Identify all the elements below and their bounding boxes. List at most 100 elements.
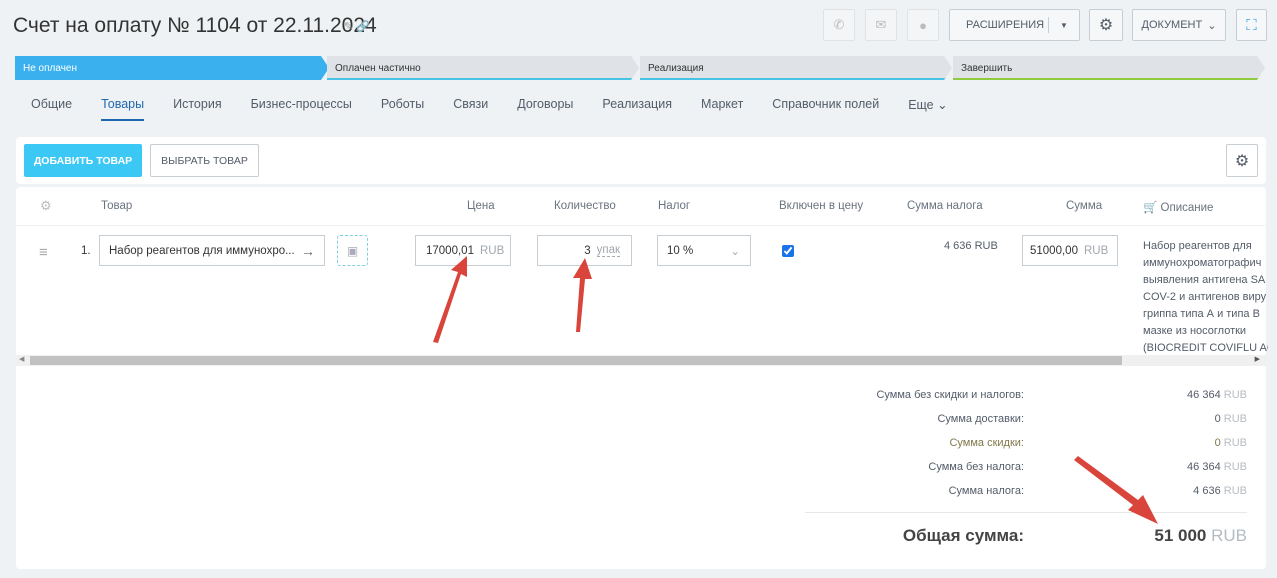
fullscreen-button[interactable]: ⛶ (1236, 9, 1267, 41)
tax-select[interactable]: 10 % ⌄ (657, 235, 751, 266)
currency: RUB (1223, 461, 1247, 473)
tabs: Общие Товары История Бизнес-процессы Роб… (31, 97, 977, 121)
scrollbar-thumb[interactable] (30, 356, 1122, 365)
chevron-down-icon: ⌄ (730, 245, 740, 258)
table-settings-button[interactable]: ⚙ (1226, 144, 1258, 177)
header-quantity: Количество (554, 200, 616, 212)
tab-robots[interactable]: Роботы (381, 97, 424, 121)
summary-value: 46 364 RUB (1187, 389, 1247, 401)
quantity-unit[interactable]: упак (596, 244, 620, 257)
tax-sum: 4 636 RUB (944, 240, 998, 252)
amount: 0 (1214, 413, 1221, 425)
tab-more[interactable]: Еще ⌄ (908, 97, 947, 121)
amount: 4 636 (1193, 485, 1221, 497)
quantity-input[interactable]: 3 упак (537, 235, 632, 266)
extensions-label: РАСШИРЕНИЯ (966, 19, 1045, 31)
tax-value: 10 % (667, 244, 694, 257)
column-settings-icon[interactable]: ⚙ (40, 198, 52, 214)
tab-realization[interactable]: Реализация (602, 97, 672, 121)
stage-label: Оплачен частично (335, 62, 421, 74)
stage-not-paid[interactable]: Не оплачен (15, 56, 329, 80)
description-line: COV-2 и антигенов виру (1143, 291, 1267, 303)
page-title: Счет на оплату № 1104 от 22.11.2024 (13, 14, 377, 37)
chevron-down-icon: ⌄ (1207, 19, 1217, 32)
stage-partially-paid[interactable]: Оплачен частично (327, 56, 639, 80)
header-tax: Налог (658, 200, 691, 212)
tab-fields[interactable]: Справочник полей (772, 97, 879, 121)
document-label: ДОКУМЕНТ (1141, 19, 1203, 31)
image-placeholder-icon[interactable]: ▣ (337, 235, 368, 266)
tab-more-label: Еще (908, 98, 934, 112)
tab-products[interactable]: Товары (101, 97, 145, 121)
caret-down-icon[interactable]: ▼ (1060, 21, 1068, 30)
tab-general[interactable]: Общие (31, 97, 72, 121)
scroll-left-icon[interactable]: ◀ (19, 355, 24, 363)
currency: RUB (1223, 413, 1247, 425)
sum-input[interactable]: 51000,00 RUB (1022, 235, 1118, 266)
total-value: 51 000 RUB (1154, 526, 1247, 546)
header-sum: Сумма (1066, 200, 1103, 212)
tab-history[interactable]: История (173, 97, 221, 121)
amount: 46 364 (1187, 389, 1221, 401)
summary-label: Сумма без скидки и налогов: (876, 389, 1024, 401)
amount: 0 (1214, 437, 1221, 449)
tax-included-checkbox[interactable] (782, 245, 794, 257)
total-currency: RUB (1211, 526, 1247, 545)
currency: RUB (1223, 389, 1247, 401)
product-name: Набор реагентов для иммунохро... (109, 244, 295, 257)
header-description: 🛒 Описание (1143, 200, 1213, 214)
stage-realization[interactable]: Реализация (640, 56, 952, 80)
price-value: 17000,01 (426, 244, 474, 257)
header-product: Товар (101, 200, 133, 212)
phone-icon[interactable]: ✆ (823, 9, 855, 41)
document-button[interactable]: ДОКУМЕНТ ⌄ (1132, 9, 1226, 41)
tab-links[interactable]: Связи (453, 97, 488, 121)
cart-icon: 🛒 (1143, 202, 1158, 214)
gear-icon: ⚙ (1098, 17, 1114, 34)
arrow-right-icon[interactable]: → (301, 243, 315, 259)
edit-pencil-icon[interactable]: ✎ 🔗 (344, 20, 370, 33)
header-price: Цена (467, 200, 495, 212)
total-amount: 51 000 (1154, 526, 1207, 545)
header-description-label: Описание (1160, 202, 1214, 214)
stage-label: Не оплачен (23, 62, 78, 74)
expand-icon: ⛶ (1246, 16, 1257, 34)
summary-value: 0 RUB (1215, 413, 1247, 425)
currency: RUB (1223, 485, 1247, 497)
scroll-right-icon[interactable]: ▶ (1255, 355, 1260, 363)
amount: 46 364 (1187, 461, 1221, 473)
description-line: мазке из носоглотки (1143, 325, 1247, 337)
price-input[interactable]: 17000,01 RUB (415, 235, 511, 266)
chat-icon[interactable]: ● (907, 9, 939, 41)
stage-label: Реализация (648, 62, 704, 74)
extensions-button[interactable]: РАСШИРЕНИЯ ▼ (949, 9, 1080, 41)
row-index: 1. (81, 245, 91, 257)
add-product-button[interactable]: ДОБАВИТЬ ТОВАР (24, 144, 142, 177)
product-name-input[interactable]: Набор реагентов для иммунохро... → (99, 235, 325, 266)
summary-divider (805, 512, 1247, 513)
settings-button[interactable]: ⚙ (1089, 9, 1123, 41)
summary-value: 0 RUB (1215, 437, 1247, 449)
summary-label: Сумма доставки: (937, 413, 1024, 425)
stage-finish[interactable]: Завершить (953, 56, 1265, 80)
gear-icon: ⚙ (1234, 152, 1250, 170)
description-line: Набор реагентов для (1143, 240, 1252, 252)
chevron-down-icon: ⌄ (937, 98, 948, 112)
mail-icon[interactable]: ✉ (865, 9, 897, 41)
drag-handle-icon[interactable]: ≡ (39, 244, 48, 261)
sum-currency: RUB (1083, 244, 1109, 257)
select-product-button[interactable]: ВЫБРАТЬ ТОВАР (150, 144, 259, 177)
summary-value: 4 636 RUB (1193, 485, 1247, 497)
description-line: иммунохроматографич (1143, 257, 1262, 269)
tab-business-processes[interactable]: Бизнес-процессы (251, 97, 352, 121)
summary-label: Сумма скидки: (949, 437, 1024, 449)
tab-market[interactable]: Маркет (701, 97, 743, 121)
horizontal-scrollbar[interactable]: ◀ ▶ (16, 355, 1266, 366)
quantity-value: 3 (584, 244, 591, 257)
tab-contracts[interactable]: Договоры (517, 97, 573, 121)
currency: RUB (1223, 437, 1247, 449)
header-included: Включен в цену (779, 200, 864, 212)
total-label: Общая сумма: (902, 526, 1024, 545)
price-currency: RUB (479, 244, 505, 257)
product-description: Набор реагентов для иммунохроматографич … (1143, 238, 1268, 357)
